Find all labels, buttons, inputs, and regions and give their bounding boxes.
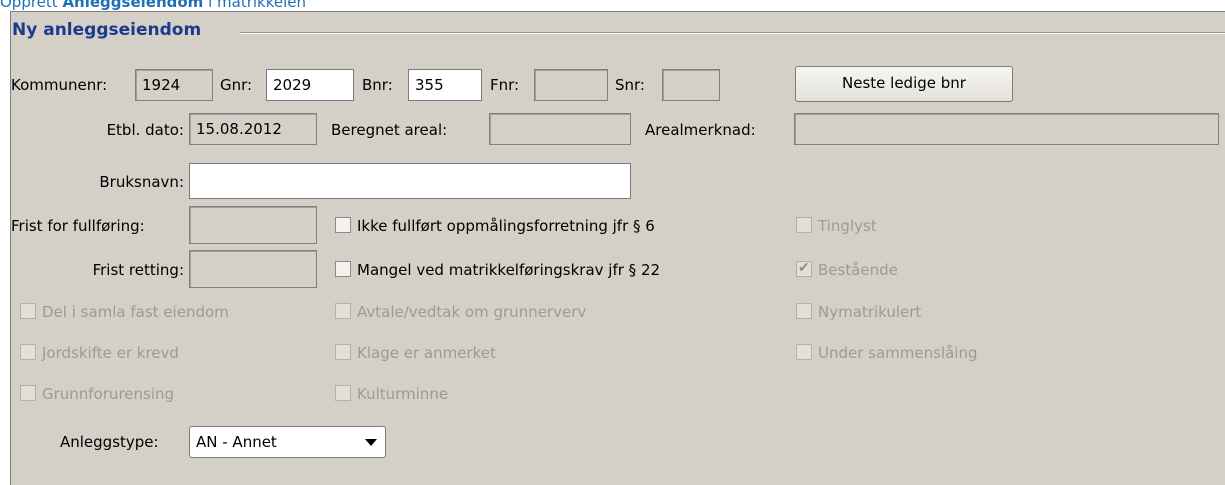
klage-label: Klage er anmerket xyxy=(357,344,496,362)
klage-checkbox[interactable]: Klage er anmerket xyxy=(335,343,496,363)
bestaende-checkbox[interactable]: ✔ Bestående xyxy=(796,260,898,280)
checkmark-icon: ✔ xyxy=(798,259,810,276)
fnr-field xyxy=(534,69,608,101)
jordskifte-checkbox[interactable]: Jordskifte er krevd xyxy=(20,343,179,363)
frist-fullforing-label: Frist for fullføring: xyxy=(11,217,145,235)
checkbox-box xyxy=(796,216,812,233)
fnr-label: Fnr: xyxy=(490,76,520,94)
sammenslaing-label: Under sammenslåing xyxy=(818,344,978,362)
mangel-checkbox[interactable]: Mangel ved matrikkelføringskrav jfr § 22 xyxy=(335,260,660,280)
checkbox-box xyxy=(20,384,36,401)
kommunenr-label: Kommunenr: xyxy=(11,76,108,94)
nymatrikulert-checkbox[interactable]: Nymatrikulert xyxy=(796,302,921,322)
group-title: Ny anleggseiendom xyxy=(12,20,208,40)
frist-retting-label: Frist retting: xyxy=(92,261,184,279)
nymatrikulert-label: Nymatrikulert xyxy=(818,303,922,321)
etbl-dato-label: Etbl. dato: xyxy=(106,121,184,139)
snr-field xyxy=(662,69,720,101)
mangel-label: Mangel ved matrikkelføringskrav jfr § 22 xyxy=(357,261,661,279)
arealmerknad-label: Arealmerknad: xyxy=(645,121,756,139)
bnr-label: Bnr: xyxy=(362,76,393,94)
anleggstype-label: Anleggstype: xyxy=(60,433,159,451)
checkbox-box xyxy=(335,343,351,360)
tinglyst-label: Tinglyst xyxy=(818,217,877,235)
checkbox-box xyxy=(335,216,351,233)
avtale-label: Avtale/vedtak om grunnerverv xyxy=(357,303,587,321)
gnr-label: Gnr: xyxy=(220,76,253,94)
sammenslaing-checkbox[interactable]: Under sammenslåing xyxy=(796,343,978,363)
avtale-checkbox[interactable]: Avtale/vedtak om grunnerverv xyxy=(335,302,586,322)
del-i-samla-checkbox[interactable]: Del i samla fast eiendom xyxy=(20,302,229,322)
next-bnr-button[interactable]: Neste ledige bnr xyxy=(795,66,1013,102)
kulturminne-label: Kulturminne xyxy=(357,385,449,403)
checkbox-box: ✔ xyxy=(796,259,812,277)
dropdown-arrow-icon xyxy=(365,439,377,446)
bnr-input[interactable]: 355 xyxy=(408,69,482,101)
checkbox-box xyxy=(20,302,36,319)
arealmerknad-field xyxy=(794,113,1219,145)
anleggstype-value: AN - Annet xyxy=(196,433,277,451)
group-divider xyxy=(240,32,1225,34)
etbl-dato-field: 15.08.2012 xyxy=(189,113,317,145)
page-heading: Opprett Anleggseiendom i matrikkelen xyxy=(0,0,307,10)
del-i-samla-label: Del i samla fast eiendom xyxy=(42,303,229,321)
ikke-fullfort-checkbox[interactable]: Ikke fullført oppmålingsforretning jfr §… xyxy=(335,216,655,236)
grunnforurensing-label: Grunnforurensing xyxy=(42,385,175,403)
bruksnavn-input[interactable] xyxy=(189,163,631,199)
bruksnavn-label: Bruksnavn: xyxy=(99,173,184,191)
jordskifte-label: Jordskifte er krevd xyxy=(42,344,179,362)
kulturminne-checkbox[interactable]: Kulturminne xyxy=(335,384,448,404)
checkbox-box xyxy=(335,384,351,401)
snr-label: Snr: xyxy=(615,76,645,94)
checkbox-box xyxy=(796,302,812,319)
beregnet-areal-field xyxy=(489,113,631,145)
checkbox-box xyxy=(335,302,351,319)
frist-fullforing-field xyxy=(189,206,317,244)
kommunenr-field: 1924 xyxy=(135,69,213,101)
ikke-fullfort-label: Ikke fullført oppmålingsforretning jfr §… xyxy=(357,217,655,235)
frist-retting-field xyxy=(189,250,317,288)
checkbox-box xyxy=(20,343,36,360)
grunnforurensing-checkbox[interactable]: Grunnforurensing xyxy=(20,384,174,404)
beregnet-areal-label: Beregnet areal: xyxy=(331,121,448,139)
checkbox-box xyxy=(335,260,351,277)
checkbox-box xyxy=(796,343,812,360)
bestaende-label: Bestående xyxy=(818,261,898,279)
gnr-input[interactable]: 2029 xyxy=(266,69,354,101)
tinglyst-checkbox[interactable]: Tinglyst xyxy=(796,216,877,236)
anleggstype-select[interactable]: AN - Annet xyxy=(189,426,386,458)
